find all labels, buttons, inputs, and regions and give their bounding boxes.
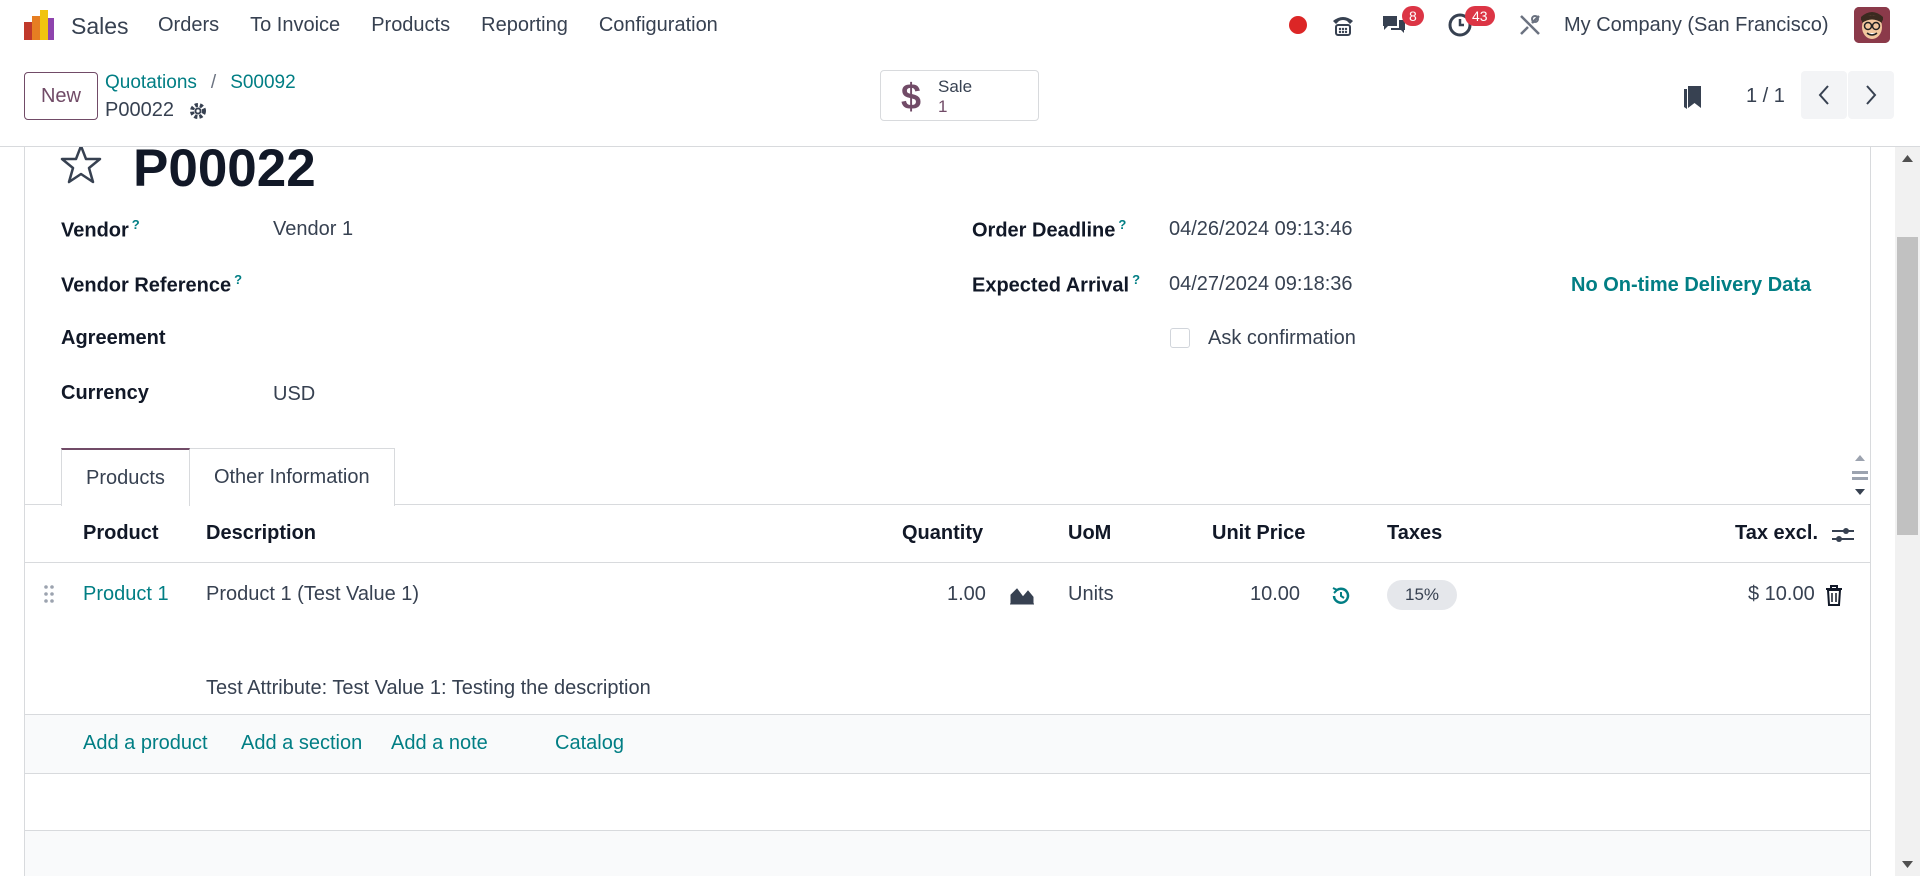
phone-icon[interactable] [1330,12,1356,38]
agreement-field[interactable] [273,328,913,352]
column-uom[interactable]: UoM [1068,522,1111,545]
add-product-link[interactable]: Add a product [83,732,208,755]
smart-button-label: Sale [938,77,973,96]
vendor-field[interactable]: Vendor 1 [273,218,353,241]
currency-label: Currency [61,382,149,404]
control-panel: New Quotations / S00092 P00022 $ Sale 1 1 … [0,51,1920,147]
menu-configuration[interactable]: Configuration [599,14,718,37]
chevron-right-icon [1866,85,1877,105]
current-record-name: P00022 [105,99,174,121]
menu-to-invoice[interactable]: To Invoice [250,14,340,37]
menu-products[interactable]: Products [371,14,450,37]
price-history-icon[interactable] [1330,585,1352,607]
app-name[interactable]: Sales [71,13,129,40]
current-record: P00022 [105,99,208,122]
app-logo-icon[interactable] [22,8,56,42]
column-description[interactable]: Description [206,522,316,545]
favorite-star-icon[interactable] [59,147,103,186]
row-subtotal: $ 10.00 [1748,583,1815,605]
gear-icon[interactable] [188,101,208,121]
expected-arrival-help-icon[interactable]: ? [1132,272,1140,287]
add-section-link[interactable]: Add a section [241,732,362,755]
row-description[interactable]: Product 1 (Test Value 1) [206,583,419,606]
dollar-icon: $ [901,76,922,117]
expected-arrival-field[interactable]: 04/27/2024 09:18:36 [1169,273,1353,296]
new-button[interactable]: New [24,72,98,120]
vendor-label: Vendor? [61,217,140,242]
breadcrumb-quotations[interactable]: Quotations [105,72,197,93]
menu-reporting[interactable]: Reporting [481,14,568,37]
vendor-reference-help-icon[interactable]: ? [234,272,242,287]
company-switcher[interactable]: My Company (San Francisco) [1564,14,1829,37]
menu-orders[interactable]: Orders [158,14,219,37]
tab-products[interactable]: Products [61,448,190,506]
bookmark-icon[interactable] [1681,83,1705,111]
agreement-label: Agreement [61,327,166,349]
vendor-reference-label: Vendor Reference? [61,272,243,297]
top-navbar: Sales Orders To Invoice Products Reporti… [0,0,1920,51]
catalog-link[interactable]: Catalog [555,732,624,755]
debug-tools-icon[interactable] [1518,13,1542,37]
column-unit-price[interactable]: Unit Price [1212,522,1305,545]
breadcrumb-separator: / [210,72,217,93]
main-menu: Orders To Invoice Products Reporting Con… [158,14,749,37]
column-taxes[interactable]: Taxes [1387,522,1442,545]
empty-table-row [25,775,1870,831]
scroll-up-icon[interactable] [1901,153,1914,163]
order-deadline-help-icon[interactable]: ? [1118,217,1126,232]
pager-previous-button[interactable] [1801,71,1847,119]
row-uom[interactable]: Units [1068,583,1114,606]
drag-handle-icon[interactable] [42,583,56,605]
smart-button-value: 1 [938,97,948,116]
pager-next-button[interactable] [1848,71,1894,119]
breadcrumb: Quotations / S00092 [105,72,296,94]
page-scrollbar[interactable] [1895,147,1920,876]
order-lines-header: Product Description Quantity UoM Unit Pr… [25,505,1870,563]
expected-arrival-label: Expected Arrival? [972,272,1141,297]
user-avatar[interactable] [1854,7,1890,43]
delete-trash-icon[interactable] [1825,584,1843,606]
currency-field[interactable]: USD [273,383,315,406]
chevron-left-icon [1818,85,1829,105]
order-deadline-field[interactable]: 04/26/2024 09:13:46 [1169,218,1353,241]
ask-confirmation-label: Ask confirmation [1208,327,1356,349]
row-quantity[interactable]: 1.00 [947,583,986,606]
tabs-scroll-icon[interactable] [1849,449,1871,503]
notebook-tabs: Products Other Information [61,448,395,506]
row-product[interactable]: Product 1 [83,583,169,606]
pager-value[interactable]: 1 / 1 [1746,85,1785,108]
optional-columns-icon[interactable] [1831,525,1855,545]
ask-confirmation-checkbox[interactable] [1170,328,1190,348]
recording-dot-icon[interactable] [1289,16,1307,34]
tax-badge[interactable]: 15% [1387,580,1457,610]
activities-badge: 43 [1465,6,1495,26]
forecast-chart-icon[interactable] [1009,585,1035,605]
breadcrumb-sale-order[interactable]: S00092 [230,72,296,93]
avatar-face-icon [1854,7,1890,43]
sale-smart-button[interactable]: $ Sale 1 [880,70,1039,121]
sheet-footer-area [25,831,1870,876]
tab-other-information[interactable]: Other Information [189,448,395,506]
scroll-down-icon[interactable] [1901,860,1914,870]
form-sheet: P00022 Vendor? Vendor 1 Vendor Reference… [24,147,1871,876]
row-description-extra[interactable]: Test Attribute: Test Value 1: Testing th… [206,677,651,700]
ontime-delivery-link[interactable]: No On-time Delivery Data [1571,274,1811,297]
vendor-reference-field[interactable] [273,273,913,297]
vendor-help-icon[interactable]: ? [132,217,140,232]
order-deadline-label: Order Deadline? [972,217,1127,242]
row-unit-price[interactable]: 10.00 [1250,583,1300,606]
record-title: P00022 [133,147,316,198]
add-line-row: Add a product Add a section Add a note C… [25,715,1870,774]
scrollbar-thumb[interactable] [1897,237,1918,535]
add-note-link[interactable]: Add a note [391,732,488,755]
column-quantity[interactable]: Quantity [902,522,983,545]
column-tax-excl[interactable]: Tax excl. [1735,522,1818,545]
column-product[interactable]: Product [83,522,159,545]
messages-badge: 8 [1402,6,1424,26]
